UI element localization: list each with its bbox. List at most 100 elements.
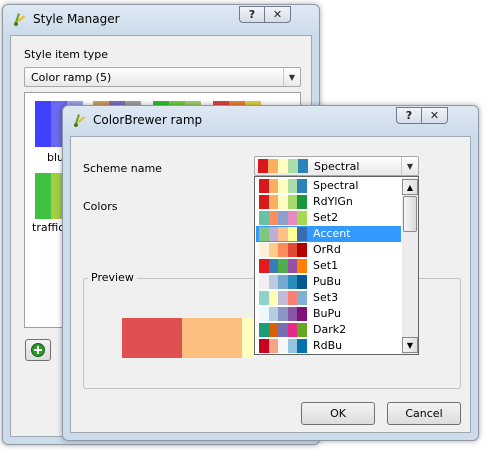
scheme-option-dark2[interactable]: Dark2 [256, 322, 401, 338]
ramp-color [297, 307, 307, 321]
scheme-option-label: PuBu [313, 275, 341, 288]
scheme-swatch [259, 259, 307, 273]
ramp-color [259, 227, 269, 241]
ramp-color [259, 179, 269, 193]
ramp-color [297, 339, 307, 353]
scheme-option-bupu[interactable]: BuPu [256, 306, 401, 322]
ramp-color [287, 307, 298, 321]
ok-button[interactable]: OK [301, 402, 375, 425]
ramp-color [278, 307, 288, 321]
ramp-color [259, 259, 269, 273]
ramp-color [278, 323, 288, 337]
scheme-option-rdbu[interactable]: RdBu [256, 338, 401, 354]
ramp-color [268, 291, 279, 305]
preview-color [122, 318, 182, 358]
ramp-color [287, 179, 298, 193]
scheme-option-set3[interactable]: Set3 [256, 290, 401, 306]
ramp-color [278, 159, 288, 173]
ramp-color [278, 243, 288, 257]
ramp-color [278, 227, 288, 241]
ramp-color [297, 291, 307, 305]
ramp-color [268, 227, 279, 241]
scheme-swatch [259, 339, 307, 353]
ramp-color [268, 339, 279, 353]
help-button[interactable]: ? [396, 107, 422, 124]
preview-label: Preview [88, 271, 137, 284]
add-item-button[interactable] [25, 339, 51, 361]
ramp-color [287, 339, 298, 353]
ramp-color [288, 159, 298, 173]
scheme-option-orrd[interactable]: OrRd [256, 242, 401, 258]
ramp-color [287, 243, 298, 257]
ramp-color [35, 101, 51, 147]
scheme-option-accent[interactable]: Accent [256, 226, 401, 242]
ramp-color [258, 159, 268, 173]
scheme-name-value: Spectral [314, 160, 360, 173]
ramp-color [259, 195, 269, 209]
scheme-option-label: Accent [313, 227, 351, 240]
ramp-color [287, 259, 298, 273]
scheme-dropdown-list[interactable]: Spectral RdYlGn Set2 Accent OrRd Set1 PuBu Set3… [254, 176, 419, 355]
scheme-option-label: Set3 [313, 291, 339, 304]
ramp-color [268, 211, 279, 225]
colorbrewer-titlebar[interactable]: ColorBrewer ramp ? ✕ [63, 106, 478, 134]
ramp-color [297, 227, 307, 241]
chevron-down-icon: ▼ [401, 157, 418, 175]
list-item-label: traffic [32, 221, 65, 234]
style-item-type-combo[interactable]: Color ramp (5) ▼ [24, 67, 301, 87]
scheme-swatch [259, 211, 307, 225]
chevron-down-icon: ▼ [283, 68, 300, 86]
style-manager-caption-buttons: ? ✕ [239, 6, 291, 23]
dropdown-scrollbar[interactable]: ▲ ▼ [402, 178, 418, 354]
scroll-thumb[interactable] [403, 196, 417, 232]
style-manager-titlebar[interactable]: Style Manager ? ✕ [3, 5, 319, 33]
ramp-color [287, 323, 298, 337]
scheme-option-label: Dark2 [313, 323, 347, 336]
scheme-swatch [259, 195, 307, 209]
ramp-color [278, 339, 288, 353]
ramp-color [278, 179, 288, 193]
cancel-button[interactable]: Cancel [387, 402, 461, 425]
ramp-color [287, 211, 298, 225]
ramp-color [287, 195, 298, 209]
scheme-swatch [259, 323, 307, 337]
scheme-option-set1[interactable]: Set1 [256, 258, 401, 274]
qgis-app-icon [14, 13, 25, 26]
style-item-type-value: Color ramp (5) [31, 71, 112, 84]
ramp-color [297, 195, 307, 209]
scheme-option-label: Spectral [313, 179, 359, 192]
scroll-up-button[interactable]: ▲ [402, 179, 418, 195]
scheme-swatch [259, 227, 307, 241]
style-manager-title: Style Manager [33, 12, 120, 26]
ramp-color [35, 173, 51, 219]
ramp-color [259, 323, 269, 337]
scheme-swatch [259, 307, 307, 321]
scheme-option-pubu[interactable]: PuBu [256, 274, 401, 290]
ramp-color [287, 275, 298, 289]
ramp-color [268, 179, 279, 193]
scheme-option-label: Set2 [313, 211, 339, 224]
ramp-color [298, 159, 308, 173]
close-button[interactable]: ✕ [422, 107, 448, 124]
scheme-option-rdylgn[interactable]: RdYlGn [256, 194, 401, 210]
preview-ramp [122, 318, 256, 358]
scroll-down-button[interactable]: ▼ [402, 337, 418, 353]
plus-icon [31, 343, 45, 357]
scheme-option-label: BuPu [313, 307, 341, 320]
scheme-name-combo[interactable]: Spectral ▼ [254, 156, 419, 176]
colors-label: Colors [83, 200, 118, 213]
scheme-swatch [259, 291, 307, 305]
ramp-color [259, 339, 269, 353]
ramp-color [259, 243, 269, 257]
scheme-option-label: Set1 [313, 259, 339, 272]
scheme-swatch [258, 159, 308, 173]
help-button[interactable]: ? [239, 6, 265, 23]
ramp-color [268, 195, 279, 209]
scheme-swatch [259, 179, 307, 193]
scheme-option-spectral[interactable]: Spectral [256, 178, 401, 194]
close-button[interactable]: ✕ [265, 6, 291, 23]
ramp-color [259, 291, 269, 305]
scheme-option-set2[interactable]: Set2 [256, 210, 401, 226]
ramp-color [297, 179, 307, 193]
colorbrewer-title: ColorBrewer ramp [93, 113, 203, 127]
